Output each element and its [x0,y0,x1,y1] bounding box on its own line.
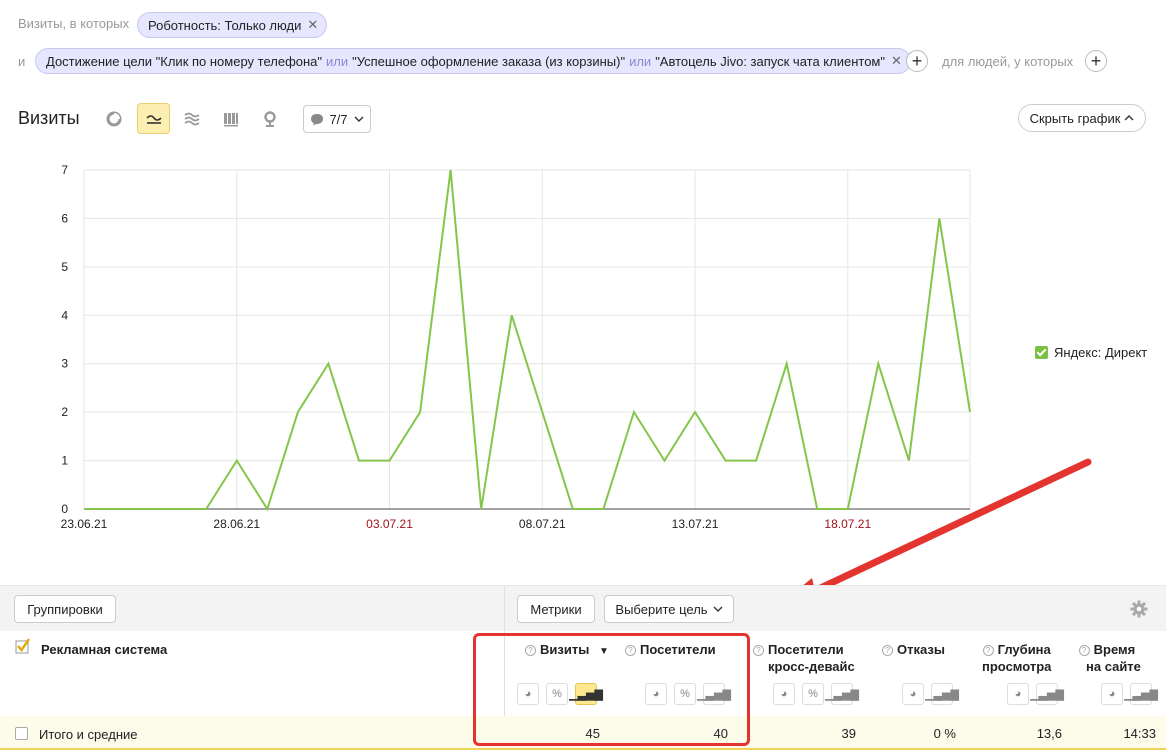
hide-chart-button[interactable]: Скрыть график [1018,104,1146,132]
robot-filter-chip[interactable]: Роботность: Только люди ✕ [137,12,328,38]
col-depth-label: просмотра [982,659,1052,674]
y-tick-label: 6 [61,211,68,225]
chart-legend[interactable]: Яндекс: Директ [1035,345,1147,360]
col-time[interactable]: ? Время на сайте [1073,641,1141,675]
goal-filter-chip[interactable]: Достижение цели "Клик по номеру телефона… [35,48,911,74]
add-condition-button[interactable]: + [906,50,928,72]
y-tick-label: 2 [61,405,68,419]
pie-mode-icon[interactable]: ◕ [1007,683,1029,705]
totals-checkbox[interactable] [15,727,28,740]
remove-filter-icon[interactable]: ✕ [307,17,318,33]
dimension-checkbox-icon[interactable] [15,638,31,657]
col-depth-label: Глубина [997,642,1051,657]
col-cross-device-label: кросс-девайс [768,659,855,674]
legend-checkbox[interactable] [1035,346,1048,359]
bar-chart-icon[interactable] [216,104,246,134]
goal-2-label: "Успешное оформление заказа (из корзины)… [352,53,626,69]
help-icon[interactable]: ? [982,645,994,656]
report-title: Визиты [18,108,80,128]
line-chart-icon[interactable] [137,103,170,134]
col-bounces-label: Отказы [897,642,945,657]
area-chart-icon[interactable] [177,104,207,134]
x-tick-label: 13.07.21 [672,517,719,531]
pie-mode-icon[interactable]: ◕ [902,683,924,705]
help-icon[interactable]: ? [882,645,893,656]
goal-3-label: "Автоцель Jivo: запуск чата клиентом" [655,53,885,69]
col-bounces[interactable]: ? Отказы [882,641,945,658]
y-tick-label: 7 [61,163,68,177]
legend-series-label: Яндекс: Директ [1054,345,1148,360]
total-time: 14:33 [1123,726,1156,741]
chevron-up-icon [1124,115,1134,121]
highlight-box [473,633,750,746]
pie-mode-icon[interactable]: ◕ [773,683,795,705]
x-tick-label: 08.07.21 [519,517,566,531]
x-tick-label: 28.06.21 [213,517,260,531]
people-filter-label: для людей, у которых [942,54,1074,69]
filter-and-label: и [18,54,26,69]
y-tick-label: 0 [61,502,68,516]
robot-filter-label: Роботность: Только люди [148,17,302,33]
or-label: или [629,53,652,69]
y-tick-label: 4 [61,308,68,322]
goal-select-label: Выберите цель [615,601,708,617]
help-icon[interactable]: ? [1078,645,1090,656]
groupings-button[interactable]: Группировки [14,595,116,623]
hide-chart-label: Скрыть график [1029,110,1121,126]
gear-icon[interactable] [1130,600,1148,621]
or-label: или [326,53,349,69]
col-time-label: Время [1093,642,1136,657]
remove-filter-icon[interactable]: ✕ [891,53,902,69]
y-tick-label: 3 [61,357,68,371]
series-selector[interactable]: 7/7 [303,105,371,133]
pie-mode-icon[interactable]: ◕ [1101,683,1123,705]
col-depth[interactable]: ? Глубина просмотра [982,641,1051,675]
metrics-button[interactable]: Метрики [517,595,595,623]
bar-mode-icon[interactable]: ▁▃▅▇ [925,683,959,705]
bar-mode-icon[interactable]: ▁▃▅▇ [1124,683,1158,705]
map-pin-icon[interactable] [255,104,285,134]
add-people-condition-button[interactable]: + [1085,50,1107,72]
col-cross-device[interactable]: ? Посетители кросс-девайс [753,641,855,675]
chevron-down-icon [713,606,723,612]
col-time-label: на сайте [1086,659,1141,674]
col-cross-device-label: Посетители [768,642,844,657]
series-counter: 7/7 [329,111,348,127]
y-tick-label: 1 [61,454,68,468]
pie-chart-icon[interactable] [99,104,129,134]
bar-mode-icon[interactable]: ▁▃▅▇ [1030,683,1064,705]
percent-mode-icon[interactable]: % [802,683,824,705]
x-tick-label: 03.07.21 [366,517,413,531]
dimension-header[interactable]: Рекламная система [41,641,167,658]
y-tick-label: 5 [61,260,68,274]
goal-1-label: Достижение цели "Клик по номеру телефона… [46,53,323,69]
filter-prefix: Визиты, в которых [18,16,130,31]
total-cross-device: 39 [841,726,856,741]
comment-icon [311,113,324,125]
total-depth: 13,6 [1036,726,1062,741]
help-icon[interactable]: ? [753,645,764,656]
x-tick-label: 23.06.21 [61,517,108,531]
bar-mode-icon[interactable]: ▁▃▅▇ [825,683,859,705]
goal-select[interactable]: Выберите цель [604,595,734,623]
totals-label: Итого и средние [39,727,138,742]
total-bounces: 0 % [933,726,956,741]
chevron-down-icon [354,116,364,122]
